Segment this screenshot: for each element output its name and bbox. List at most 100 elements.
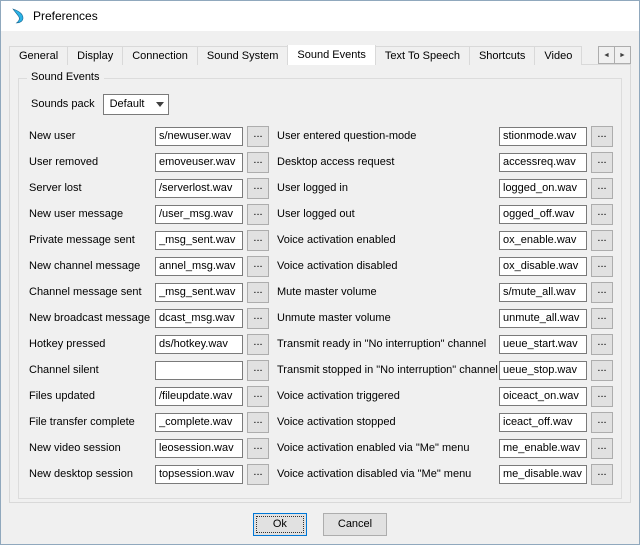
sound-file-input[interactable] <box>499 413 587 432</box>
tab-scroll-control: ◄ ► <box>599 46 631 64</box>
sound-event-row: Voice activation stopped ... <box>277 409 613 435</box>
tab-text-to-speech[interactable]: Text To Speech <box>375 46 470 65</box>
sound-file-input[interactable] <box>499 231 587 250</box>
browse-button[interactable]: ... <box>591 464 613 485</box>
sounds-pack-value: Default <box>110 98 145 110</box>
sound-event-label: New user message <box>29 208 155 220</box>
sound-event-label: Hotkey pressed <box>29 338 155 350</box>
browse-button[interactable]: ... <box>247 152 269 173</box>
sound-event-label: New desktop session <box>29 468 155 480</box>
sound-event-row: Transmit ready in "No interruption" chan… <box>277 331 613 357</box>
sound-event-label: Transmit stopped in "No interruption" ch… <box>277 364 499 376</box>
browse-button[interactable]: ... <box>247 360 269 381</box>
sound-file-input[interactable] <box>499 205 587 224</box>
sound-file-input[interactable] <box>155 387 243 406</box>
browse-button[interactable]: ... <box>591 438 613 459</box>
browse-button[interactable]: ... <box>591 256 613 277</box>
browse-button[interactable]: ... <box>247 204 269 225</box>
sound-file-input[interactable] <box>155 231 243 250</box>
sound-event-row: Channel message sent ... <box>29 279 269 305</box>
cancel-button[interactable]: Cancel <box>323 513 387 536</box>
browse-button[interactable]: ... <box>247 334 269 355</box>
browse-button[interactable]: ... <box>247 230 269 251</box>
tab-shortcuts[interactable]: Shortcuts <box>469 46 535 65</box>
tab-page-sound-events: Sound Events Sounds pack Default New use… <box>9 64 631 503</box>
sound-event-row: Voice activation enabled via "Me" menu .… <box>277 435 613 461</box>
browse-button[interactable]: ... <box>591 360 613 381</box>
sound-events-columns: New user ... User removed ... Server los… <box>29 123 613 487</box>
sound-file-input[interactable] <box>155 127 243 146</box>
sound-file-input[interactable] <box>155 179 243 198</box>
sound-event-row: Unmute master volume ... <box>277 305 613 331</box>
sound-file-input[interactable] <box>155 309 243 328</box>
browse-button[interactable]: ... <box>591 412 613 433</box>
tab-video[interactable]: Video <box>534 46 582 65</box>
sound-event-row: New video session ... <box>29 435 269 461</box>
browse-button[interactable]: ... <box>247 386 269 407</box>
browse-button[interactable]: ... <box>247 282 269 303</box>
sound-file-input[interactable] <box>155 413 243 432</box>
browse-button[interactable]: ... <box>591 204 613 225</box>
tab-scroll-right-button[interactable]: ► <box>614 46 631 64</box>
tab-display[interactable]: Display <box>67 46 123 65</box>
sound-event-label: New broadcast message <box>29 312 155 324</box>
sound-event-label: Voice activation disabled <box>277 260 499 272</box>
sound-file-input[interactable] <box>499 465 587 484</box>
sound-file-input[interactable] <box>499 309 587 328</box>
sound-file-input[interactable] <box>155 205 243 224</box>
sound-event-label: Voice activation enabled <box>277 234 499 246</box>
tab-sound-system[interactable]: Sound System <box>197 46 289 65</box>
browse-button[interactable]: ... <box>591 126 613 147</box>
sound-event-label: User removed <box>29 156 155 168</box>
sound-file-input[interactable] <box>155 283 243 302</box>
sound-file-input[interactable] <box>155 257 243 276</box>
browse-button[interactable]: ... <box>591 230 613 251</box>
sound-file-input[interactable] <box>155 439 243 458</box>
sound-file-input[interactable] <box>499 257 587 276</box>
sound-file-input[interactable] <box>155 153 243 172</box>
sound-file-input[interactable] <box>155 361 243 380</box>
browse-button[interactable]: ... <box>247 438 269 459</box>
browse-button[interactable]: ... <box>591 178 613 199</box>
browse-button[interactable]: ... <box>591 308 613 329</box>
sound-file-input[interactable] <box>499 153 587 172</box>
browse-button[interactable]: ... <box>591 282 613 303</box>
sound-event-label: Transmit ready in "No interruption" chan… <box>277 338 499 350</box>
tab-general[interactable]: General <box>9 46 68 65</box>
browse-button[interactable]: ... <box>247 178 269 199</box>
browse-button[interactable]: ... <box>591 334 613 355</box>
browse-button[interactable]: ... <box>247 126 269 147</box>
sound-file-input[interactable] <box>499 127 587 146</box>
sound-file-input[interactable] <box>499 361 587 380</box>
sound-file-input[interactable] <box>499 335 587 354</box>
tab-scroll-left-button[interactable]: ◄ <box>598 46 615 64</box>
sound-file-input[interactable] <box>155 335 243 354</box>
ok-button[interactable]: Ok <box>253 513 307 536</box>
sounds-pack-select[interactable]: Default <box>103 94 169 115</box>
sound-event-label: Voice activation triggered <box>277 390 499 402</box>
sound-event-row: New user message ... <box>29 201 269 227</box>
chevron-down-icon <box>156 102 164 107</box>
sound-event-label: Unmute master volume <box>277 312 499 324</box>
tab-connection[interactable]: Connection <box>122 46 198 65</box>
sound-file-input[interactable] <box>155 465 243 484</box>
sound-file-input[interactable] <box>499 439 587 458</box>
sound-event-label: Voice activation stopped <box>277 416 499 428</box>
browse-button[interactable]: ... <box>247 256 269 277</box>
browse-button[interactable]: ... <box>247 412 269 433</box>
sound-event-row: Mute master volume ... <box>277 279 613 305</box>
tab-sound-events[interactable]: Sound Events <box>287 45 376 65</box>
sound-event-label: Channel silent <box>29 364 155 376</box>
browse-button[interactable]: ... <box>591 386 613 407</box>
sound-event-label: User logged out <box>277 208 499 220</box>
browse-button[interactable]: ... <box>247 308 269 329</box>
browse-button[interactable]: ... <box>247 464 269 485</box>
dialog-button-row: Ok Cancel <box>1 504 639 544</box>
sound-event-row: New user ... <box>29 123 269 149</box>
sound-file-input[interactable] <box>499 283 587 302</box>
group-title: Sound Events <box>27 71 104 83</box>
sound-event-row: New channel message ... <box>29 253 269 279</box>
sound-file-input[interactable] <box>499 387 587 406</box>
browse-button[interactable]: ... <box>591 152 613 173</box>
sound-file-input[interactable] <box>499 179 587 198</box>
